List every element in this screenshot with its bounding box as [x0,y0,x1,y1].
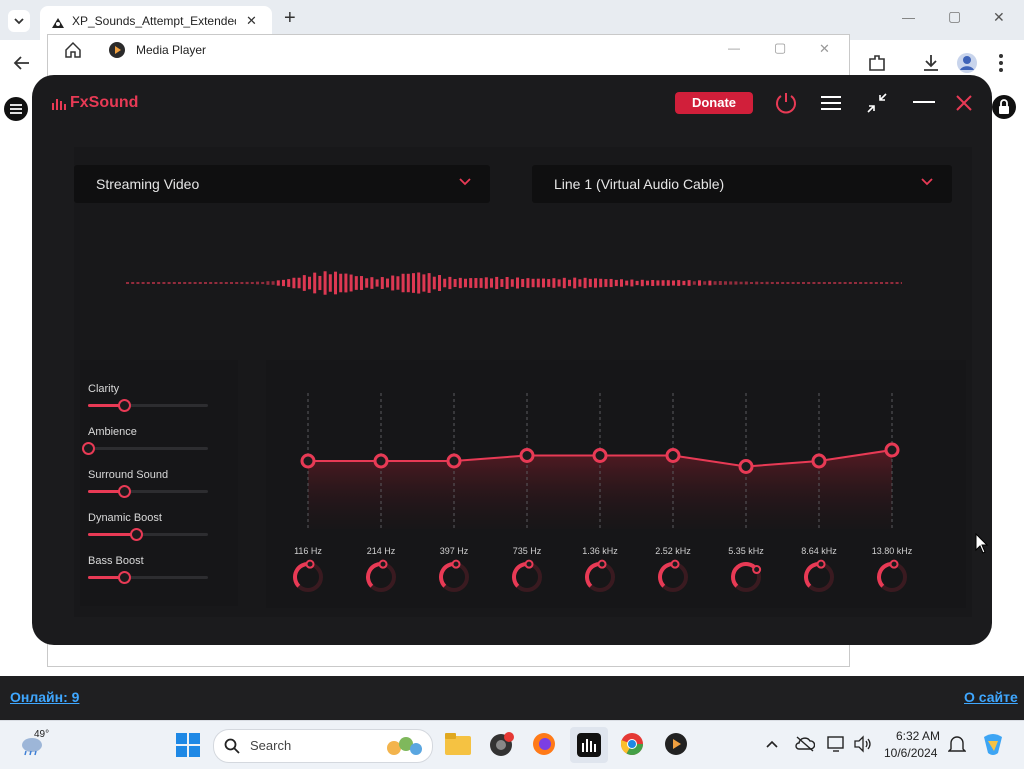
fxsound-window: FxSound Donate Streaming Video Line 1 (V… [4,75,1016,645]
window-close-button[interactable]: ✕ [993,9,1005,26]
copilot-icon[interactable] [980,731,1006,757]
eq-band-handle[interactable] [446,453,462,469]
eq-frequency-label: 13.80 kHz [871,546,913,556]
tab-title: XP_Sounds_Attempt_Extended_ [72,14,236,28]
eq-knob[interactable] [524,559,534,569]
windows-taskbar: 49° Search 6:32 AM 10/6/2024 [0,720,1024,769]
lock-icon[interactable] [992,95,1016,119]
about-link[interactable]: О сайте [964,689,1018,705]
file-explorer-icon[interactable] [445,733,471,755]
online-count-link[interactable]: Онлайн: 9 [10,689,79,705]
window-minimize-button[interactable]: — [902,10,915,25]
fxsound-taskbar-button[interactable] [570,727,608,763]
site-status-bar: Онлайн: 9 О сайте [0,676,1024,720]
tab-close-button[interactable]: ✕ [246,13,257,29]
media-player-app-icon [109,42,125,58]
eq-frequency-label: 2.52 kHz [655,546,691,556]
eq-band-handle[interactable] [592,448,608,463]
tab-list-chevron-icon[interactable] [8,10,30,32]
eq-band-handle[interactable] [738,459,754,474]
media-player-title: Media Player [136,43,207,57]
weather-temp: 49° [34,729,50,740]
eq-knob[interactable] [670,559,680,569]
chevron-up-icon[interactable] [765,739,779,749]
clock-date[interactable]: 10/6/2024 [884,746,937,760]
extensions-icon[interactable] [866,52,888,74]
eq-frequency-label: 397 Hz [439,546,469,556]
hamburger-menu-icon[interactable] [4,97,28,121]
windows-start-icon[interactable] [176,733,200,757]
eq-knob[interactable] [889,559,899,569]
media-player-taskbar-icon[interactable] [664,732,688,756]
eq-band-handle[interactable] [300,453,316,469]
equalizer-graph [293,393,907,592]
search-placeholder: Search [250,738,292,753]
clock-time[interactable]: 6:32 AM [896,729,940,743]
eq-knob[interactable] [451,559,461,569]
search-icon [224,738,240,754]
site-favicon-icon [52,18,64,28]
eq-band-handle[interactable] [519,448,535,463]
cloud-offline-icon[interactable] [795,735,815,753]
mouse-cursor-icon [975,533,989,554]
profile-avatar-icon[interactable] [956,52,978,74]
eq-band-handle[interactable] [373,453,389,469]
more-menu-icon[interactable] [996,52,1006,74]
mp-maximize-button[interactable]: ▢ [774,40,786,56]
download-icon[interactable] [920,52,942,74]
display-network-icon[interactable] [827,735,847,753]
eq-frequency-label: 5.35 kHz [728,546,764,556]
eq-knob[interactable] [597,559,607,569]
taskbar-search-box[interactable]: Search [213,729,433,763]
eq-knob[interactable] [816,559,826,569]
volume-icon[interactable] [853,735,873,753]
eq-knob[interactable] [752,565,762,575]
eq-band-handle[interactable] [811,453,827,469]
eq-frequency-label: 735 Hz [512,546,542,556]
new-tab-button[interactable]: + [284,7,296,30]
eq-knob[interactable] [378,559,388,569]
eq-knob[interactable] [305,559,315,569]
eq-frequency-label: 116 Hz [294,546,322,556]
window-maximize-button[interactable]: ▢ [948,8,961,25]
obs-app-icon[interactable] [489,731,515,757]
eq-band-handle[interactable] [884,442,900,458]
firefox-icon[interactable] [532,732,556,756]
home-icon[interactable] [64,41,82,59]
mp-minimize-button[interactable]: — [728,41,740,55]
eq-band-handle[interactable] [665,448,681,463]
back-arrow-icon[interactable] [12,54,32,72]
chrome-icon[interactable] [620,732,644,756]
notification-bell-icon[interactable] [948,735,966,755]
search-highlight-icon [387,737,422,755]
fxsound-app-icon [577,733,601,757]
mp-close-button[interactable]: ✕ [819,41,830,57]
eq-frequency-label: 1.36 kHz [582,546,618,556]
eq-frequency-label: 214 Hz [366,546,396,556]
eq-frequency-label: 8.64 kHz [801,546,837,556]
